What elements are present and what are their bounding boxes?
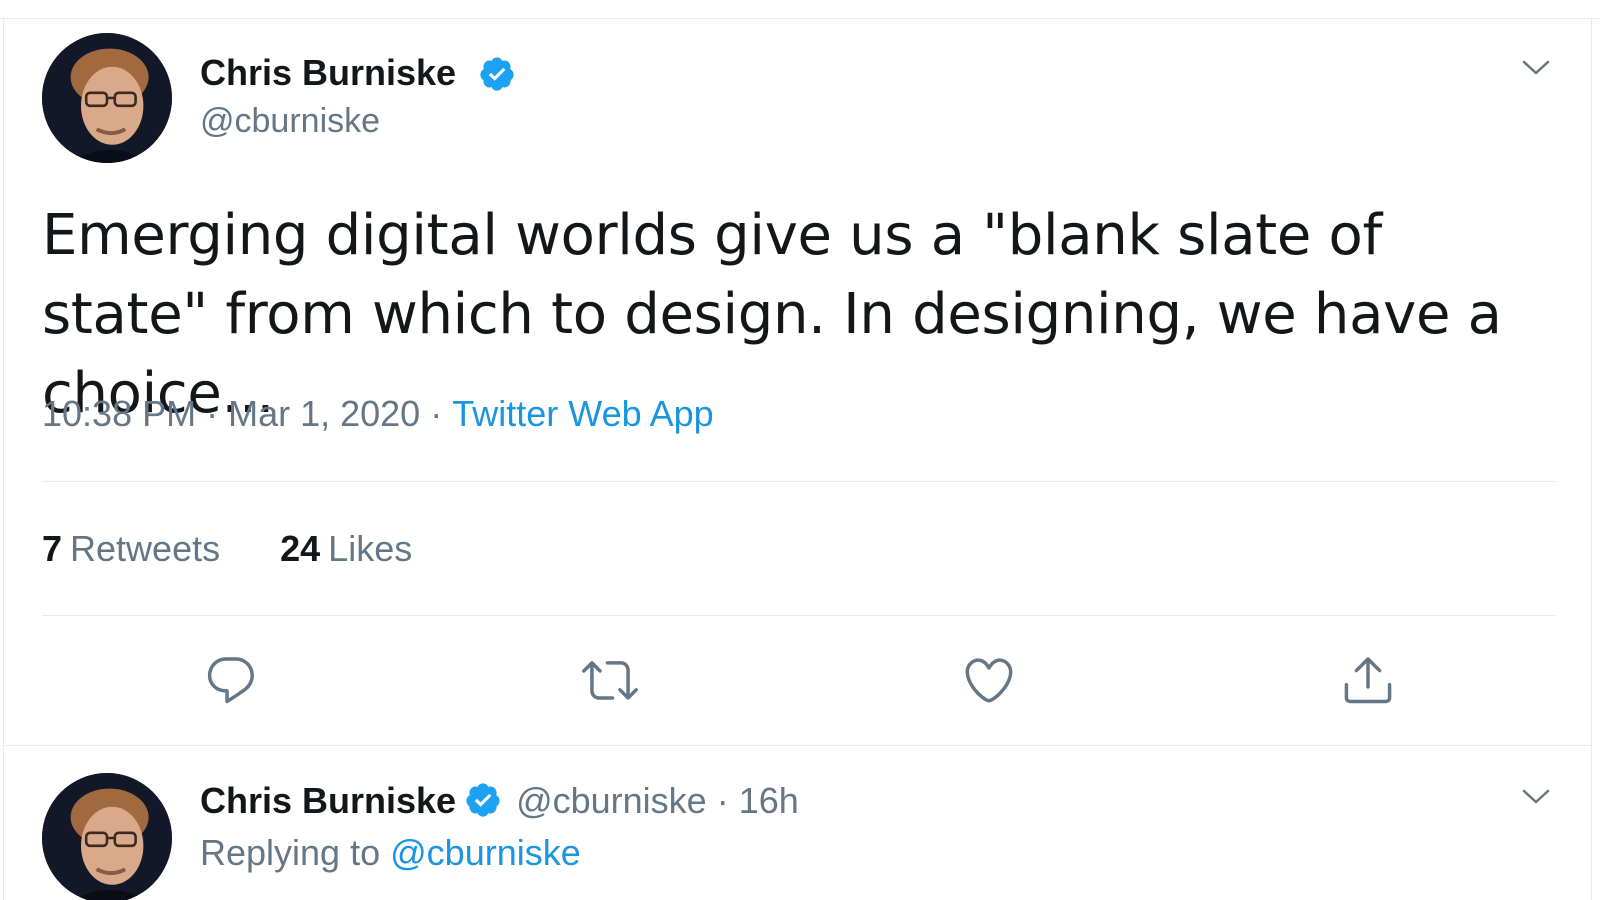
- avatar-portrait-icon: [42, 773, 172, 900]
- retweets-count: 7: [42, 528, 63, 569]
- author-handle[interactable]: @cburniske: [200, 102, 380, 141]
- meta-separator: ·: [716, 780, 729, 821]
- retweets-label: Retweets: [70, 528, 221, 569]
- reply-author-handle[interactable]: @cburniske: [516, 780, 707, 821]
- heart-icon: [965, 658, 1013, 703]
- share-button[interactable]: [1340, 652, 1396, 708]
- replying-to-label: Replying to: [200, 832, 381, 873]
- tweet-meta: 10:38 PM · Mar 1, 2020 · Twitter Web App: [42, 393, 714, 435]
- avatar-portrait-icon: [42, 33, 172, 163]
- replying-to-mention[interactable]: @cburniske: [390, 832, 581, 873]
- likes-label: Likes: [328, 528, 413, 569]
- reply-button[interactable]: [203, 652, 259, 708]
- reply-author-name[interactable]: Chris Burniske: [200, 780, 456, 821]
- verified-badge-icon: [466, 783, 500, 817]
- top-divider: [0, 0, 1600, 19]
- left-border: [3, 18, 4, 900]
- divider: [42, 615, 1556, 616]
- retweet-icon: [582, 661, 638, 700]
- tweet-source-link[interactable]: Twitter Web App: [452, 393, 713, 434]
- tweet-time[interactable]: 10:38 PM: [42, 393, 196, 434]
- right-border: [1591, 18, 1592, 900]
- reply-header: Chris Burniske @cburniske · 16h: [200, 780, 799, 822]
- share-icon: [1344, 657, 1392, 704]
- meta-separator: ·: [430, 393, 443, 434]
- like-button[interactable]: [961, 652, 1017, 708]
- reply-author-avatar[interactable]: [42, 773, 172, 900]
- author-name[interactable]: Chris Burniske: [200, 52, 456, 94]
- tweet-thread: Chris Burniske @cburniske Emerging digit…: [0, 0, 1600, 900]
- replying-to: Replying to @cburniske: [200, 832, 581, 874]
- tweet-date[interactable]: Mar 1, 2020: [228, 393, 420, 434]
- chevron-down-icon[interactable]: [1520, 785, 1552, 807]
- divider: [42, 481, 1556, 482]
- meta-separator: ·: [206, 393, 219, 434]
- likes-count: 24: [280, 528, 321, 569]
- author-avatar[interactable]: [42, 33, 172, 163]
- likes-stat[interactable]: 24 Likes: [280, 528, 412, 570]
- reply-icon: [207, 657, 254, 704]
- verified-badge-icon: [480, 57, 514, 91]
- retweet-button[interactable]: [582, 652, 638, 708]
- tweet-divider: [3, 745, 1591, 746]
- chevron-down-icon[interactable]: [1520, 56, 1552, 78]
- reply-time[interactable]: 16h: [739, 780, 799, 821]
- retweets-stat[interactable]: 7 Retweets: [42, 528, 220, 570]
- tweet-stats: 7 Retweets 24 Likes: [42, 528, 462, 570]
